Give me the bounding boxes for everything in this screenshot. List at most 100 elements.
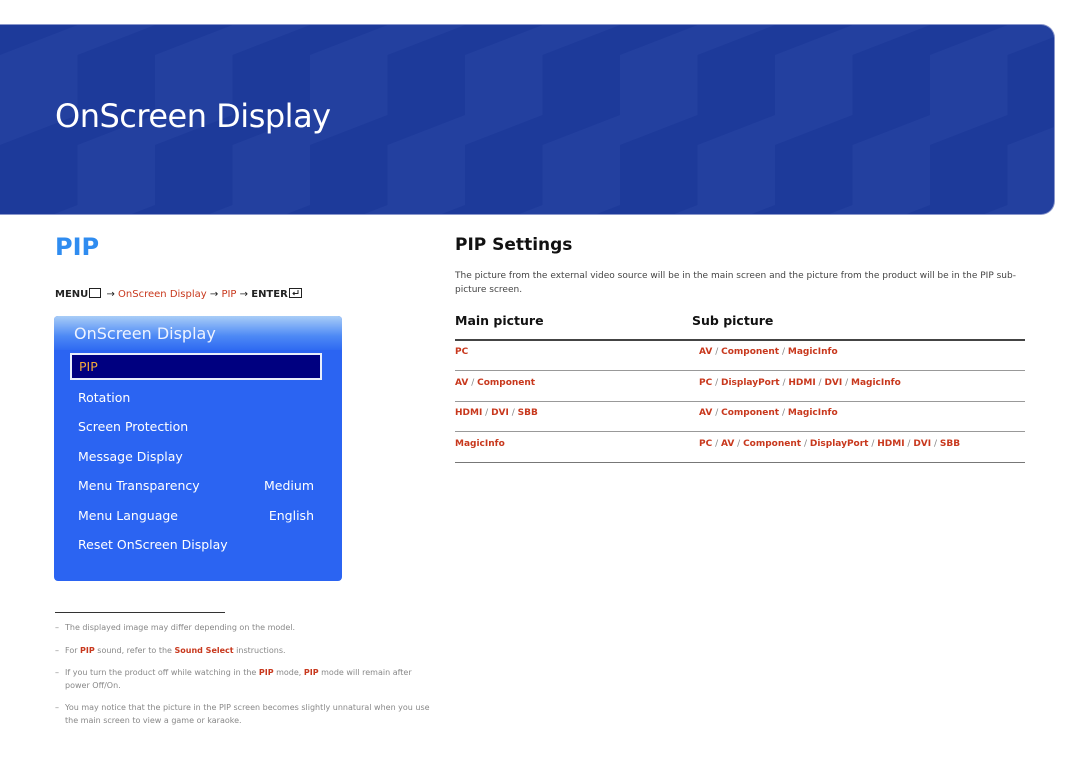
main-picture-cell: PC xyxy=(455,347,468,357)
breadcrumb-arrow: → xyxy=(239,289,249,300)
table-row: AV / Component PC / DisplayPort / HDMI / … xyxy=(455,372,1025,402)
footnote-text: If you turn the product off while watchi… xyxy=(55,666,435,692)
separator: / xyxy=(508,408,518,418)
main-picture-cell: HDMI / DVI / SBB xyxy=(455,408,538,418)
source-displayport: DisplayPort xyxy=(809,439,869,449)
osd-item-reset-onscreen-display[interactable]: Reset OnScreen Display xyxy=(78,534,318,556)
source-component: Component xyxy=(721,347,780,357)
cube-face xyxy=(620,25,698,145)
footnote-text-part: mode, xyxy=(273,668,304,677)
pip-settings-description: The picture from the external video sour… xyxy=(455,271,1016,295)
osd-item-label: Reset OnScreen Display xyxy=(78,537,228,552)
breadcrumb-arrow: → xyxy=(209,289,219,300)
separator: / xyxy=(801,439,810,449)
footnote: – If you turn the product off while watc… xyxy=(55,666,435,692)
header-banner: OnScreen Display xyxy=(0,24,1055,215)
osd-item-value: Medium xyxy=(264,478,314,493)
cube-face xyxy=(519,205,543,214)
row-divider xyxy=(455,462,1025,463)
separator: / xyxy=(931,439,940,449)
cube-face xyxy=(387,115,465,214)
cube-face xyxy=(852,25,930,55)
breadcrumb-onscreen-display[interactable]: OnScreen Display xyxy=(118,289,207,300)
footnote-text-part: If you turn the product off while watchi… xyxy=(65,668,259,677)
source-dvi: DVI xyxy=(491,408,509,418)
source-magicinfo: MagicInfo xyxy=(851,378,901,388)
footnote-link-sound-select[interactable]: Sound Select xyxy=(175,646,234,655)
footnote-text-part: For xyxy=(65,646,81,655)
pip-settings-title: PIP Settings xyxy=(455,235,573,255)
source-magicinfo: MagicInfo xyxy=(455,439,505,449)
sub-picture-cell: PC / DisplayPort / HDMI / DVI / MagicInf… xyxy=(699,378,901,388)
footnote-highlight-pip: PIP xyxy=(80,646,95,655)
separator: / xyxy=(712,378,721,388)
source-av: AV xyxy=(720,439,735,449)
osd-item-label: Menu Language xyxy=(78,508,178,523)
sub-picture-cell: AV / Component / MagicInfo xyxy=(699,408,838,418)
row-divider xyxy=(455,370,1025,371)
separator: / xyxy=(904,439,914,449)
source-hdmi: HDMI xyxy=(788,378,816,388)
source-av: AV xyxy=(699,347,713,357)
footnote-dash: – xyxy=(55,703,59,712)
cube-face xyxy=(984,205,1008,214)
separator: / xyxy=(842,378,851,388)
footnote-text: You may notice that the picture in the P… xyxy=(65,703,430,725)
cube-face xyxy=(387,25,465,55)
footnote-text: For PIP sound, refer to the Sound Select… xyxy=(55,644,435,657)
source-av: AV xyxy=(699,408,713,418)
source-magicinfo: MagicInfo xyxy=(787,408,838,418)
separator: / xyxy=(712,439,721,449)
main-picture-cell: MagicInfo xyxy=(455,439,505,449)
osd-item-label: Message Display xyxy=(78,449,183,464)
osd-item-pip-selected[interactable]: PIP xyxy=(70,353,322,380)
cube-face xyxy=(697,115,775,214)
osd-item-screen-protection[interactable]: Screen Protection xyxy=(78,416,318,438)
osd-item-rotation[interactable]: Rotation xyxy=(78,387,318,409)
source-dvi: DVI xyxy=(913,439,932,449)
separator: / xyxy=(779,408,788,418)
page-title: OnScreen Display xyxy=(55,97,331,135)
footnote-text-part: instructions. xyxy=(233,646,286,655)
osd-item-value: English xyxy=(268,508,314,523)
breadcrumb-enter: ENTER xyxy=(251,289,288,300)
cube-face xyxy=(697,25,775,55)
separator: / xyxy=(712,408,722,418)
osd-item-menu-transparency[interactable]: Menu Transparency Medium xyxy=(78,475,318,497)
column-header-main-picture: Main picture xyxy=(455,313,544,328)
footnote-highlight-pip: PIP xyxy=(258,668,274,677)
source-hdmi: HDMI xyxy=(455,408,483,418)
osd-menu-panel: OnScreen Display PIP Rotation Screen Pro… xyxy=(54,316,342,581)
osd-item-label: Menu Transparency xyxy=(78,478,200,493)
enter-icon xyxy=(288,288,302,298)
osd-item-menu-language[interactable]: Menu Language English xyxy=(78,505,318,527)
cube-face xyxy=(542,25,620,55)
separator: / xyxy=(712,347,722,357)
source-component: Component xyxy=(721,408,780,418)
sub-picture-cell: PC / AV / Component / DisplayPort / HDMI… xyxy=(699,439,960,449)
main-picture-cell: AV / Component xyxy=(455,378,535,388)
source-pc: PC xyxy=(699,378,713,388)
table-row: MagicInfo PC / AV / Component / DisplayPo… xyxy=(455,433,1025,463)
cube-face xyxy=(829,205,853,214)
cube-face xyxy=(1007,25,1054,55)
separator: / xyxy=(779,347,788,357)
source-magicinfo: MagicInfo xyxy=(787,347,838,357)
osd-item-message-display[interactable]: Message Display xyxy=(78,446,318,468)
column-header-sub-picture: Sub picture xyxy=(692,313,774,328)
breadcrumb-menu: MENU xyxy=(55,289,89,300)
source-component: Component xyxy=(477,378,536,388)
separator: / xyxy=(868,439,878,449)
source-displayport: DisplayPort xyxy=(720,378,780,388)
cube-face xyxy=(54,205,78,214)
breadcrumb-pip[interactable]: PIP xyxy=(221,289,236,300)
cube-face xyxy=(232,25,310,55)
footnote-dash: – xyxy=(55,646,59,655)
table-row: PC AV / Component / MagicInfo xyxy=(455,341,1025,371)
cube-face xyxy=(542,115,620,214)
osd-item-label: Screen Protection xyxy=(78,419,189,434)
row-divider xyxy=(455,431,1025,432)
footnote: – You may notice that the picture in the… xyxy=(55,701,435,727)
cube-face xyxy=(77,25,155,55)
separator: / xyxy=(482,408,492,418)
